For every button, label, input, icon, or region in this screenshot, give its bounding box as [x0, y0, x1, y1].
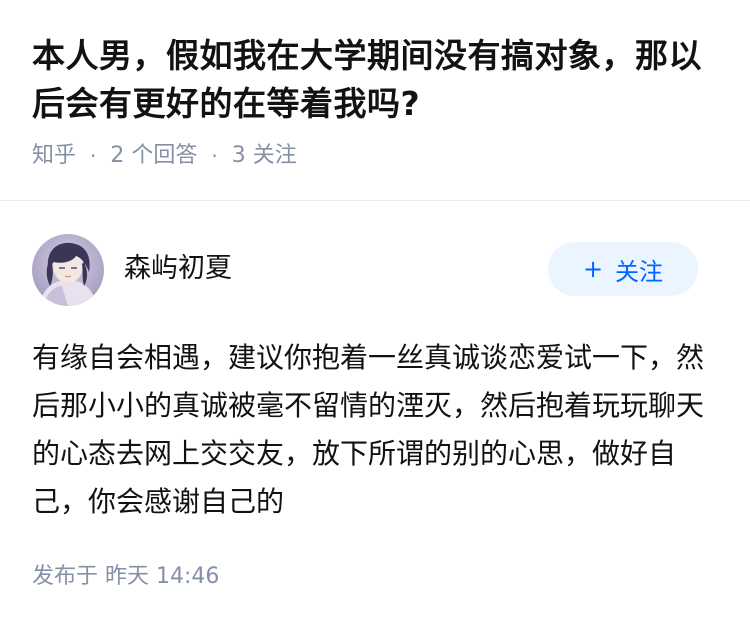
follow-button[interactable]: + 关注 [548, 242, 698, 296]
follower-count[interactable]: 3 关注 [232, 142, 297, 170]
avatar[interactable] [32, 234, 104, 306]
question-meta: 知乎 · 2 个回答 · 3 关注 [32, 142, 722, 170]
meta-separator: · [211, 144, 218, 168]
author-name[interactable]: 森屿初夏 [124, 252, 232, 286]
avatar-image [32, 234, 104, 306]
meta-separator: · [90, 144, 97, 168]
source-label[interactable]: 知乎 [32, 142, 76, 170]
answer-content[interactable]: 有缘自会相遇，建议你抱着一丝真诚谈恋爱试一下，然后那小小的真诚被毫不留情的湮灭，… [32, 334, 712, 526]
publish-time: 发布于 昨天 14:46 [32, 564, 220, 589]
question-title[interactable]: 本人男，假如我在大学期间没有搞对象，那以后会有更好的在等着我吗? [32, 32, 722, 128]
plus-icon: + [582, 255, 604, 283]
author-bar: 森屿初夏 + 关注 [32, 234, 698, 308]
section-divider [0, 200, 750, 201]
question-header: 本人男，假如我在大学期间没有搞对象，那以后会有更好的在等着我吗? 知乎 · 2 … [32, 32, 722, 170]
follow-label: 关注 [615, 257, 664, 286]
answer-count[interactable]: 2 个回答 [110, 142, 197, 170]
